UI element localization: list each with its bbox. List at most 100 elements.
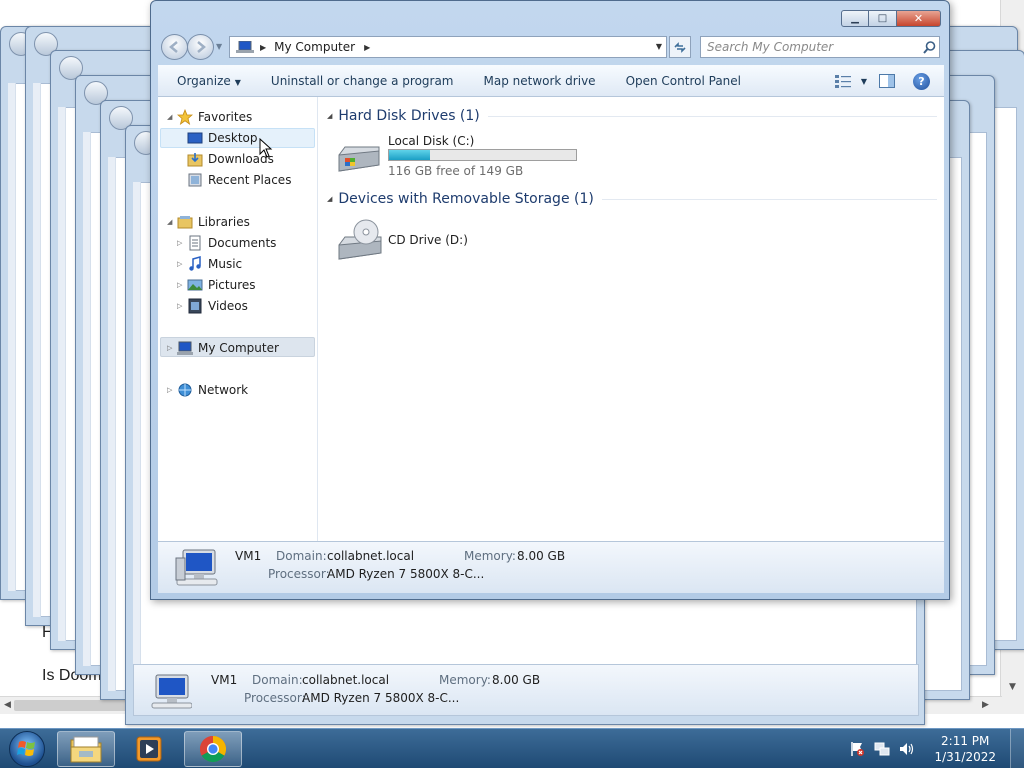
nav-recent-places-label: Recent Places — [208, 172, 292, 187]
organize-menu[interactable]: Organize ▼ — [158, 74, 256, 88]
nav-network-label: Network — [198, 382, 249, 397]
collapse-arrow-icon[interactable]: ▷ — [167, 386, 177, 394]
content-pane: ◢ Hard Disk Drives (1) Local Disk (C:) 1… — [319, 97, 944, 541]
back-button[interactable] — [161, 34, 188, 60]
address-dropdown-icon[interactable]: ▼ — [656, 42, 662, 51]
uninstall-program-button[interactable]: Uninstall or change a program — [256, 74, 469, 88]
computer-icon — [151, 674, 192, 709]
scroll-left-icon[interactable]: ◀ — [4, 700, 11, 710]
scroll-down-icon[interactable]: ▼ — [1009, 682, 1016, 692]
details-computer-name: VM1 — [235, 549, 262, 563]
clock-time: 2:11 PM — [941, 734, 990, 748]
local-disk-free-space: 116 GB free of 149 GB — [388, 164, 524, 178]
expand-arrow-icon[interactable]: ◢ — [167, 113, 177, 121]
pictures-icon — [187, 279, 203, 290]
preview-pane-button[interactable] — [877, 71, 897, 91]
address-path[interactable]: My Computer — [274, 40, 355, 54]
recent-pages-dropdown-icon[interactable]: ▼ — [216, 42, 222, 51]
map-network-drive-button[interactable]: Map network drive — [469, 74, 611, 88]
collapse-arrow-icon[interactable]: ▷ — [167, 344, 177, 352]
address-bar[interactable]: ▶ My Computer ▶ ▼ — [229, 36, 667, 58]
expand-arrow-icon[interactable]: ◢ — [167, 218, 177, 226]
nav-music-label: Music — [208, 256, 243, 271]
details-computer-name: VM1 — [211, 673, 238, 687]
volume-icon[interactable] — [899, 741, 915, 757]
collapse-group-icon[interactable]: ◢ — [327, 112, 332, 120]
nav-desktop[interactable]: Desktop — [187, 128, 258, 147]
nav-my-computer[interactable]: ▷ My Computer — [167, 338, 279, 357]
forward-arrow-icon — [197, 41, 206, 53]
close-button[interactable]: ✕ — [897, 10, 941, 27]
help-button[interactable]: ? — [913, 72, 930, 90]
group-header-removable-storage[interactable]: ◢ Devices with Removable Storage (1) — [327, 190, 937, 208]
nav-favorites[interactable]: ◢ Favorites — [167, 107, 252, 126]
chevron-down-icon: ▼ — [234, 77, 241, 87]
network-status-icon[interactable] — [874, 741, 890, 757]
collapse-arrow-icon[interactable]: ▷ — [177, 239, 187, 247]
start-button[interactable] — [4, 729, 50, 768]
computer-icon — [175, 549, 218, 586]
mouse-cursor-icon — [259, 138, 273, 158]
taskbar-chrome[interactable] — [184, 731, 242, 767]
cd-drive-d[interactable]: CD Drive (D:) — [335, 219, 535, 273]
libraries-icon — [177, 215, 193, 228]
clock[interactable]: 2:11 PM 1/31/2022 — [934, 733, 996, 765]
local-disk-c[interactable]: Local Disk (C:) 116 GB free of 149 GB — [335, 134, 595, 180]
collapse-arrow-icon[interactable]: ▷ — [177, 260, 187, 268]
details-processor-label: Processor: — [268, 567, 330, 581]
back-window-details-pane: VM1 Domain: collabnet.local Memory: 8.00… — [133, 664, 919, 716]
chevron-right-icon[interactable]: ▶ — [364, 43, 370, 52]
computer-icon — [236, 41, 254, 53]
collapse-group-icon[interactable]: ◢ — [327, 195, 332, 203]
nav-documents[interactable]: ▷ Documents — [177, 233, 276, 252]
local-disk-usage-bar — [388, 149, 577, 161]
collapse-arrow-icon[interactable]: ▷ — [177, 281, 187, 289]
nav-videos-label: Videos — [208, 298, 248, 313]
search-icon[interactable] — [923, 41, 936, 54]
computer-icon — [177, 341, 193, 355]
organize-label: Organize — [177, 73, 231, 88]
nav-recent-places[interactable]: Recent Places — [187, 170, 291, 189]
action-center-flag-icon[interactable] — [849, 741, 865, 757]
maximize-button[interactable]: □ — [869, 10, 897, 27]
details-domain-label: Domain: — [252, 673, 303, 687]
change-view-button[interactable] — [827, 71, 859, 91]
open-control-panel-button[interactable]: Open Control Panel — [611, 74, 756, 88]
explorer-window[interactable]: ▁ □ ✕ ▼ ▶ My Computer ▶ ▼ Search My Comp… — [150, 0, 950, 600]
details-memory-value: 8.00 GB — [517, 549, 566, 563]
forward-button[interactable] — [187, 34, 214, 60]
details-memory-label: Memory: — [464, 549, 516, 563]
refresh-icon — [674, 42, 686, 53]
local-disk-name: Local Disk (C:) — [388, 134, 475, 148]
view-dropdown-icon[interactable]: ▼ — [861, 77, 867, 86]
chevron-right-icon[interactable]: ▶ — [260, 43, 266, 52]
star-icon — [177, 108, 193, 125]
collapse-arrow-icon[interactable]: ▷ — [177, 302, 187, 310]
local-disk-usage-fill — [389, 150, 431, 160]
group-header-label: Devices with Removable Storage (1) — [338, 191, 594, 207]
refresh-button[interactable] — [669, 36, 691, 58]
nav-music[interactable]: ▷ Music — [177, 254, 242, 273]
documents-icon — [189, 235, 201, 250]
videos-icon — [188, 298, 202, 313]
nav-network[interactable]: ▷ Network — [167, 380, 248, 399]
taskbar-media-player[interactable] — [120, 731, 178, 767]
nav-videos[interactable]: ▷ Videos — [177, 296, 248, 315]
group-header-hard-disk-drives[interactable]: ◢ Hard Disk Drives (1) — [327, 107, 937, 125]
hard-drive-icon — [338, 146, 380, 172]
system-tray: 2:11 PM 1/31/2022 — [849, 729, 1024, 768]
desktop-icon — [187, 132, 203, 143]
show-desktop-button[interactable] — [1010, 729, 1024, 768]
details-domain-value: collabnet.local — [327, 549, 415, 563]
downloads-folder-icon — [187, 152, 203, 166]
group-divider — [487, 115, 937, 117]
search-input[interactable]: Search My Computer — [700, 36, 940, 58]
nav-pictures[interactable]: ▷ Pictures — [177, 275, 256, 294]
taskbar-windows-explorer[interactable] — [57, 731, 115, 767]
minimize-button[interactable]: ▁ — [841, 10, 869, 27]
details-memory-label: Memory: — [439, 673, 491, 687]
taskbar: 2:11 PM 1/31/2022 — [0, 728, 1024, 768]
scroll-right-icon[interactable]: ▶ — [982, 700, 989, 710]
cd-drive-icon — [338, 219, 382, 260]
nav-libraries[interactable]: ◢ Libraries — [167, 212, 250, 231]
